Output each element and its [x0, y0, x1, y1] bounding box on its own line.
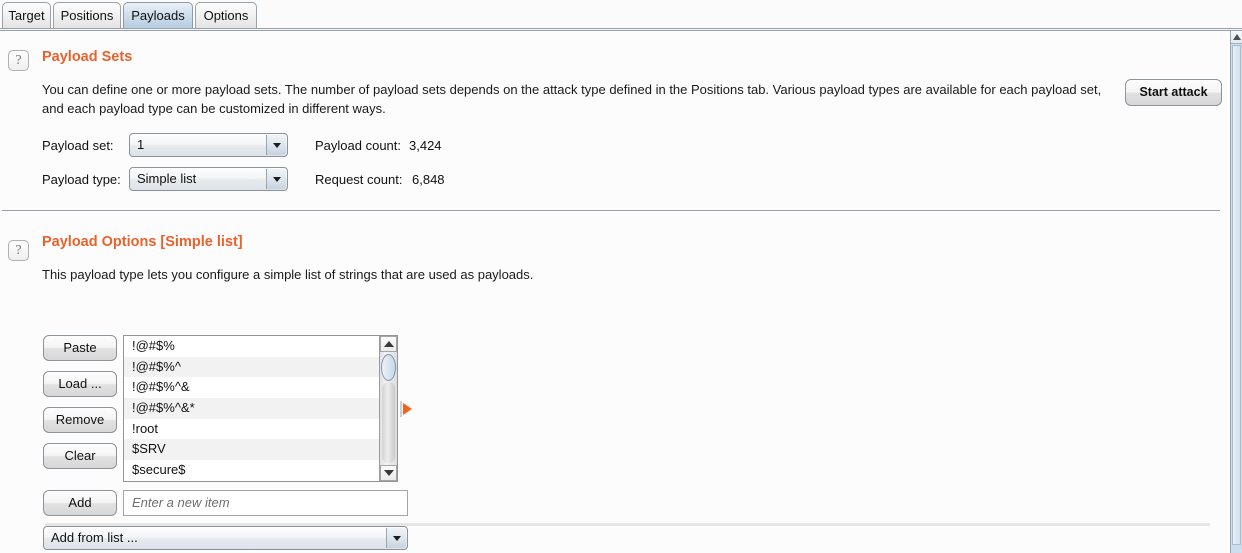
- section-divider: [2, 210, 1220, 211]
- payload-type-label: Payload type:: [42, 172, 121, 187]
- new-item-placeholder: Enter a new item: [132, 495, 230, 510]
- help-icon-payload-options[interactable]: ?: [8, 240, 29, 261]
- chevron-down-icon[interactable]: [266, 169, 286, 189]
- clear-button[interactable]: Clear: [43, 443, 117, 469]
- list-item[interactable]: !@#$%^&: [124, 377, 379, 399]
- chevron-down-icon[interactable]: [386, 528, 406, 548]
- page-scrollbar[interactable]: [1230, 31, 1242, 553]
- tab-payloads[interactable]: Payloads: [123, 2, 193, 28]
- payload-set-value: 1: [137, 137, 145, 152]
- add-from-list-value: Add from list ...: [51, 530, 138, 545]
- payload-count-value: 3,424: [409, 138, 442, 153]
- tab-target[interactable]: Target: [2, 2, 51, 28]
- payload-list-scrollbar[interactable]: [379, 336, 397, 481]
- request-count-value: 6,848: [412, 172, 445, 187]
- remove-button[interactable]: Remove: [43, 407, 117, 433]
- payload-set-dropdown[interactable]: 1: [129, 133, 288, 157]
- start-attack-button[interactable]: Start attack: [1125, 79, 1222, 106]
- paste-button[interactable]: Paste: [43, 335, 117, 361]
- payload-set-label: Payload set:: [42, 138, 114, 153]
- new-item-input[interactable]: Enter a new item: [123, 490, 408, 516]
- request-count-label: Request count:: [315, 172, 403, 187]
- list-item[interactable]: !@#$%: [124, 336, 379, 357]
- scroll-up-arrow-icon[interactable]: [380, 336, 397, 352]
- tab-positions[interactable]: Positions: [53, 2, 121, 28]
- payload-sets-title: Payload Sets: [42, 49, 133, 65]
- page-scroll-up-arrow-icon[interactable]: [1231, 31, 1242, 44]
- add-from-list-dropdown[interactable]: Add from list ...: [43, 526, 408, 550]
- scrollbar-thumb[interactable]: [381, 354, 396, 381]
- list-item[interactable]: $secure$: [124, 460, 379, 481]
- payload-sets-description-line1: You can define one or more payload sets.…: [42, 82, 1102, 97]
- payload-options-description: This payload type lets you configure a s…: [42, 267, 534, 282]
- tab-options[interactable]: Options: [195, 2, 257, 28]
- bottom-divider: [45, 523, 1210, 526]
- payload-count-label: Payload count:: [315, 138, 402, 153]
- payload-type-dropdown[interactable]: Simple list: [129, 167, 288, 191]
- list-item[interactable]: !@#$%^&*: [124, 398, 379, 419]
- help-icon-payload-sets[interactable]: ?: [8, 50, 29, 71]
- payload-sets-description-line2: and each payload type can be customized …: [42, 101, 386, 116]
- tab-bar: Target Positions Payloads Options: [0, 0, 1242, 31]
- payload-options-title: Payload Options [Simple list]: [42, 234, 243, 250]
- payload-type-value: Simple list: [137, 171, 197, 186]
- scrollbar-track[interactable]: [382, 382, 395, 463]
- payloads-panel: ? Payload Sets You can define one or mor…: [0, 31, 1230, 553]
- scroll-down-arrow-icon[interactable]: [380, 465, 397, 481]
- list-item[interactable]: !@#$%^: [124, 356, 379, 378]
- page-scrollbar-thumb[interactable]: [1232, 45, 1241, 545]
- splitter-expand-icon[interactable]: [400, 401, 414, 417]
- load-button[interactable]: Load ...: [43, 371, 117, 397]
- list-item[interactable]: $SRV: [124, 439, 379, 461]
- payload-list[interactable]: !@#$% !@#$%^ !@#$%^& !@#$%^&* !root $SRV…: [124, 336, 379, 481]
- chevron-down-icon[interactable]: [266, 135, 286, 155]
- list-item[interactable]: !root: [124, 418, 379, 440]
- payload-list-container[interactable]: !@#$% !@#$%^ !@#$%^& !@#$%^&* !root $SRV…: [123, 335, 398, 482]
- add-button[interactable]: Add: [43, 490, 117, 516]
